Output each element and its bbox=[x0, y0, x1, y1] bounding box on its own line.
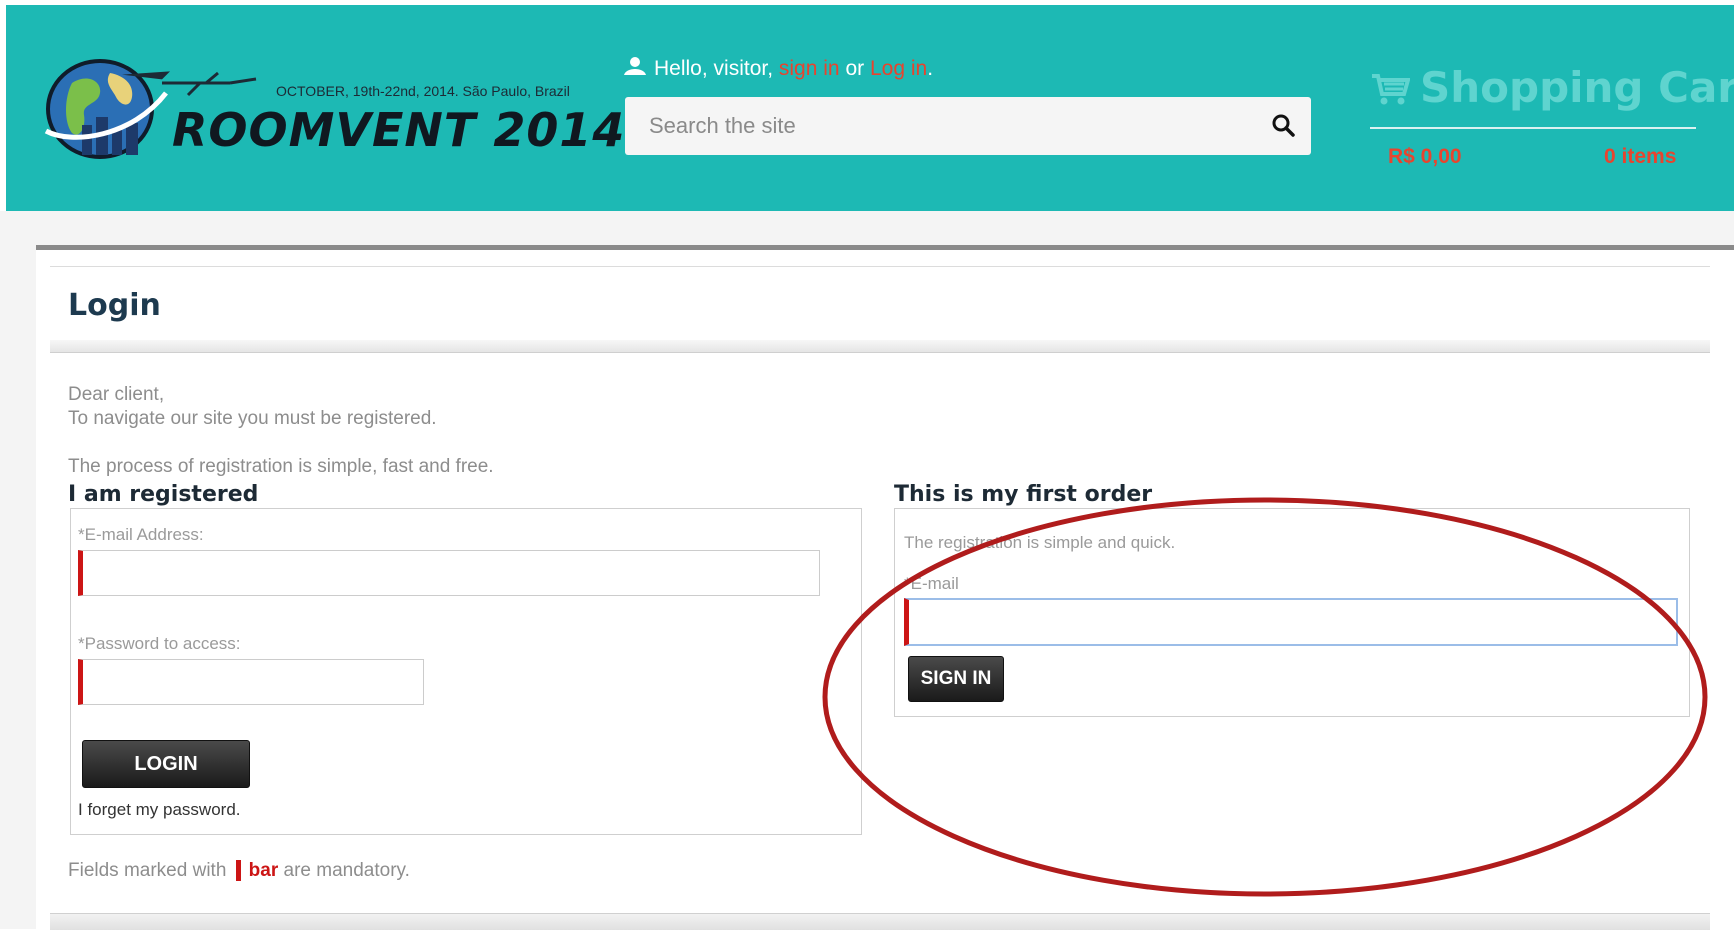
intro-text: Dear client, To navigate our site you mu… bbox=[68, 383, 437, 431]
cart-icon bbox=[1372, 74, 1411, 105]
user-greeting: Hello, visitor, sign in or Log in. bbox=[624, 57, 933, 81]
airplane-icon bbox=[162, 71, 257, 97]
registered-section-title: I am registered bbox=[68, 482, 259, 507]
mandatory-bar-word: bar bbox=[235, 860, 279, 881]
greeting-text: Hello, visitor, bbox=[654, 57, 774, 80]
email-label: *E-mail Address: bbox=[78, 525, 204, 544]
title-separator bbox=[50, 340, 1710, 353]
password-label: *Password to access: bbox=[78, 634, 241, 653]
first-order-email-field[interactable] bbox=[904, 598, 1678, 646]
intro-line-1: Dear client, bbox=[68, 384, 165, 405]
site-header: OCTOBER, 19th-22nd, 2014. São Paulo, Bra… bbox=[6, 5, 1734, 211]
search-input[interactable] bbox=[625, 97, 1249, 155]
cart-divider bbox=[1370, 127, 1696, 129]
cart-price: R$ 0,00 bbox=[1388, 145, 1462, 168]
cart-title: Shopping Cart bbox=[1420, 63, 1734, 112]
globe-logo-icon bbox=[44, 59, 170, 159]
note-suffix: are mandatory. bbox=[283, 860, 410, 881]
user-icon bbox=[624, 57, 646, 81]
registration-description: The registration is simple and quick. bbox=[904, 533, 1176, 552]
sign-in-button[interactable]: SIGN IN bbox=[908, 656, 1004, 702]
first-order-section-title: This is my first order bbox=[894, 482, 1153, 507]
search-box bbox=[625, 97, 1311, 155]
roomvent-logo[interactable]: OCTOBER, 19th-22nd, 2014. São Paulo, Bra… bbox=[42, 53, 624, 163]
cart-items-count[interactable]: 0 items bbox=[1604, 145, 1676, 169]
shopping-cart-link[interactable]: Shopping Cart bbox=[1370, 63, 1734, 112]
logo-date: OCTOBER, 19th-22nd, 2014. São Paulo, Bra… bbox=[276, 83, 570, 99]
mandatory-fields-note: Fields marked with bar are mandatory. bbox=[68, 860, 410, 882]
greeting-period: . bbox=[927, 57, 934, 80]
email-field[interactable] bbox=[78, 550, 820, 596]
or-text: or bbox=[845, 57, 865, 80]
password-field[interactable] bbox=[78, 659, 424, 705]
log-in-link[interactable]: Log in bbox=[870, 57, 927, 80]
bottom-separator bbox=[50, 913, 1710, 930]
login-button[interactable]: LOGIN bbox=[82, 740, 250, 788]
sign-in-link[interactable]: sign in bbox=[779, 57, 840, 80]
page-title: Login bbox=[68, 288, 161, 323]
panel-divider bbox=[50, 266, 1710, 267]
note-prefix: Fields marked with bbox=[68, 860, 227, 881]
intro-line-2: To navigate our site you must be registe… bbox=[68, 408, 437, 429]
first-order-email-label: *E-mail bbox=[904, 574, 959, 593]
search-icon[interactable] bbox=[1271, 113, 1295, 142]
forgot-password-link[interactable]: I forget my password. bbox=[78, 800, 241, 820]
logo-title: ROOMVENT 2014 bbox=[172, 103, 626, 157]
intro-line-3: The process of registration is simple, f… bbox=[68, 456, 494, 477]
